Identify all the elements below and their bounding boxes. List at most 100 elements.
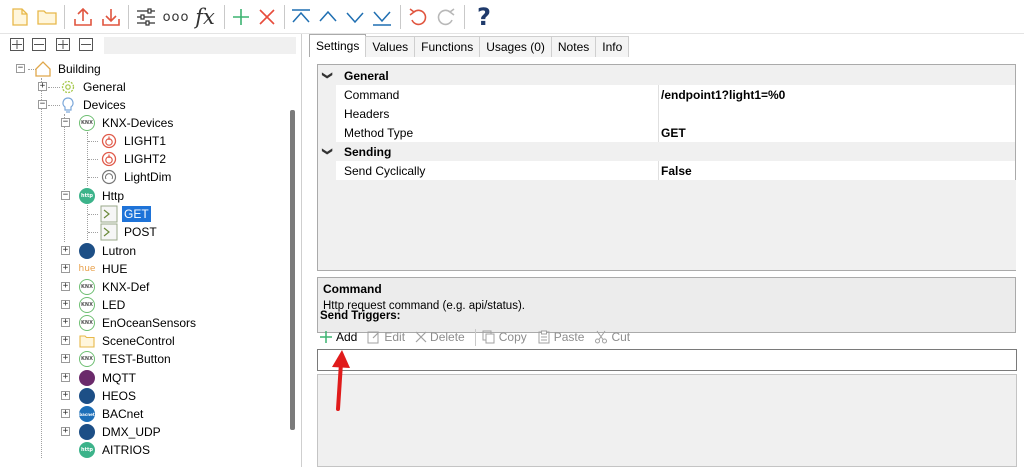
tree-node-mqtt[interactable]: + MQTT [61,369,138,387]
expand-toggle[interactable]: + [61,427,70,436]
annotation-arrow-icon [332,350,350,411]
tree-node-dmx-udp[interactable]: + DMX_UDP [61,423,163,441]
chevron-down-icon[interactable]: ❯ [322,143,333,161]
knx-badge-icon: KNX [78,278,96,296]
tree-node-lightdim[interactable]: LightDim [100,168,173,186]
tab-usages[interactable]: Usages (0) [479,36,552,57]
property-headers[interactable]: Headers [318,104,1015,123]
tree-node-label: LIGHT1 [124,134,167,148]
tree-node-light1[interactable]: LIGHT1 [100,132,168,150]
expand-toggle[interactable]: + [61,336,70,345]
knx-badge-icon: KNX [78,296,96,314]
tree-node-hue[interactable]: + hue HUE [61,260,129,278]
edit-trigger-button[interactable]: Edit [367,330,405,344]
upload-button[interactable] [70,4,96,30]
property-name: Headers [344,106,390,121]
property-command[interactable]: Command /endpoint1?light1=%0 [318,85,1015,104]
tree-node-knx-def[interactable]: + KNX KNX-Def [61,278,151,296]
tab-functions[interactable]: Functions [414,36,481,57]
chevron-down-icon[interactable]: ❯ [322,67,333,85]
command-value[interactable]: /endpoint1?light1=%0 [661,88,785,102]
tree-node-building[interactable]: − Building [16,60,103,78]
collapse-toggle[interactable]: − [61,191,70,200]
tree-node-get[interactable]: GET [100,205,151,223]
delete-button[interactable] [255,4,279,30]
paste-trigger-button[interactable]: Paste [537,330,584,344]
expand-toggle[interactable]: + [61,264,70,273]
properties-button[interactable] [133,4,159,30]
new-icon [12,8,28,26]
collapse-all-icon[interactable] [32,38,46,51]
expand-toggle[interactable]: + [38,82,47,91]
plus-icon [319,330,333,344]
tree-node-lutron[interactable]: + Lutron [61,242,138,260]
tree-node-heos[interactable]: + HEOS [61,387,138,405]
trigger-input[interactable] [317,349,1017,371]
tab-notes[interactable]: Notes [550,36,597,57]
expand-toggle[interactable]: + [61,373,70,382]
triggers-toolbar: Add Edit Delete Copy Paste Cut [319,327,640,347]
tab-settings[interactable]: Settings [309,34,367,57]
expand-all-icon[interactable] [10,38,24,51]
copy-trigger-label: Copy [498,330,527,344]
scrollbar-thumb[interactable] [290,110,295,430]
tree-node-enoceansensors[interactable]: + KNX EnOceanSensors [61,314,198,332]
tab-info[interactable]: Info [595,36,630,57]
expand-toggle[interactable]: + [61,354,70,363]
move-down-button[interactable] [343,4,367,30]
collapse-toggle[interactable]: − [16,64,25,73]
tree-node-label: LightDim [124,170,172,184]
trigger-list[interactable] [317,374,1017,467]
property-method-type[interactable]: Method Type GET [318,123,1015,142]
open-button[interactable] [34,4,60,30]
expand-node-icon[interactable] [56,38,70,51]
expand-toggle[interactable]: + [61,300,70,309]
tree-node-light2[interactable]: LIGHT2 [100,150,168,168]
property-description: Command Http request command (e.g. api/s… [317,277,1016,333]
function-button[interactable]: fx [192,4,218,30]
add-trigger-button[interactable]: Add [319,330,357,344]
expand-toggle[interactable]: + [61,246,70,255]
delete-trigger-button[interactable]: Delete [415,330,465,344]
tree-node-label: Building [58,62,101,76]
undo-button[interactable] [406,4,430,30]
tree-node-knx-devices[interactable]: − KNX KNX-Devices [61,114,175,132]
tree-node-general[interactable]: + General [38,78,128,96]
new-button[interactable] [8,4,32,30]
move-top-button[interactable] [289,4,313,30]
category-sending[interactable]: ❯ Sending [318,142,1015,161]
tree-node-test-button[interactable]: + KNX TEST-Button [61,350,173,368]
expand-toggle[interactable]: + [61,409,70,418]
more-button[interactable]: ooo [162,4,190,30]
expand-toggle[interactable]: + [61,318,70,327]
expand-toggle[interactable]: + [61,282,70,291]
expand-toggle[interactable]: + [61,391,70,400]
tree-filter-input[interactable] [104,37,296,54]
cut-trigger-button[interactable]: Cut [594,330,630,344]
tree-node-label: TEST-Button [102,352,171,366]
category-general[interactable]: ❯ General [318,66,1015,85]
help-button[interactable]: ? [472,3,496,31]
tree-node-aitrios[interactable]: http AITRIOS [66,441,152,459]
collapse-toggle[interactable]: − [38,100,47,109]
tree-node-post[interactable]: POST [100,223,159,241]
tree-node-devices[interactable]: − Devices [38,96,128,114]
collapse-toggle[interactable]: − [61,118,70,127]
tree-scrollbar[interactable] [287,60,299,467]
tree-node-label: KNX-Devices [102,116,174,130]
collapse-node-icon[interactable] [79,38,93,51]
add-button[interactable] [229,4,253,30]
tree-node-http[interactable]: − http Http [61,187,126,205]
property-send-cyclically[interactable]: Send Cyclically False [318,161,1015,180]
tree-node-scenecontrol[interactable]: + SceneControl [61,332,177,350]
move-up-button[interactable] [316,4,340,30]
tree-node-bacnet[interactable]: + bacnet BACnet [61,405,145,423]
tree-node-led[interactable]: + KNX LED [61,296,127,314]
method-type-value[interactable]: GET [661,126,686,140]
send-cyclically-value[interactable]: False [661,164,692,178]
redo-button[interactable] [434,4,458,30]
move-bottom-button[interactable] [370,4,394,30]
tab-values[interactable]: Values [365,36,416,57]
download-button[interactable] [98,4,124,30]
copy-trigger-button[interactable]: Copy [482,330,527,344]
